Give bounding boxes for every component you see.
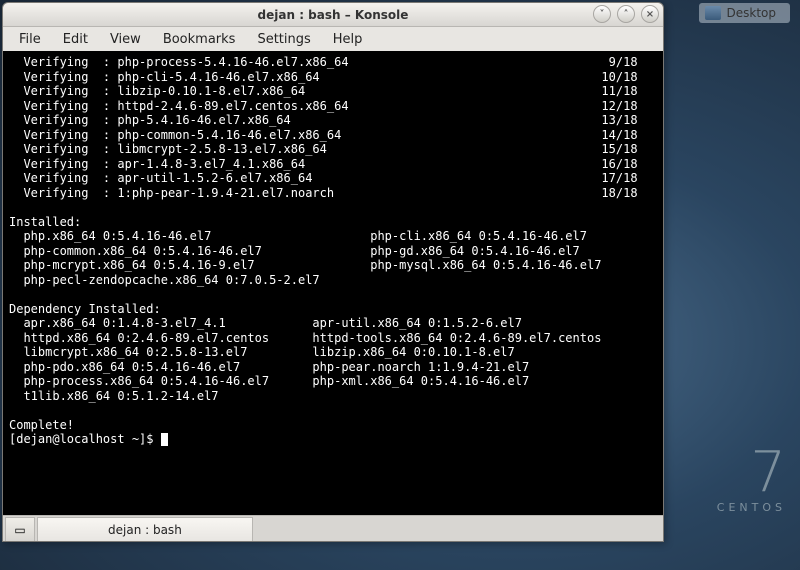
tabbar: ▭ dejan : bash bbox=[3, 515, 663, 541]
konsole-window: dejan : bash – Konsole ˅ ˄ × File Edit V… bbox=[2, 2, 664, 542]
tab-active[interactable]: dejan : bash bbox=[37, 517, 253, 541]
desktop-label: Desktop bbox=[727, 6, 777, 20]
centos-version: 7 bbox=[717, 445, 786, 501]
centos-brand: 7 CENTOS bbox=[717, 445, 786, 514]
menu-view[interactable]: View bbox=[100, 30, 151, 49]
menu-file[interactable]: File bbox=[9, 30, 51, 49]
new-tab-button[interactable]: ▭ bbox=[5, 517, 35, 541]
minimize-button[interactable]: ˅ bbox=[593, 5, 611, 23]
tab-label: dejan : bash bbox=[108, 523, 182, 537]
menu-settings[interactable]: Settings bbox=[247, 30, 320, 49]
shell-prompt: [dejan@localhost ~]$ bbox=[9, 432, 161, 446]
centos-name: CENTOS bbox=[717, 501, 786, 514]
menu-help[interactable]: Help bbox=[323, 30, 373, 49]
new-tab-icon: ▭ bbox=[14, 523, 25, 537]
titlebar[interactable]: dejan : bash – Konsole ˅ ˄ × bbox=[3, 3, 663, 27]
desktop-button[interactable]: Desktop bbox=[699, 3, 791, 23]
menu-bookmarks[interactable]: Bookmarks bbox=[153, 30, 246, 49]
menu-edit[interactable]: Edit bbox=[53, 30, 98, 49]
close-button[interactable]: × bbox=[641, 5, 659, 23]
maximize-button[interactable]: ˄ bbox=[617, 5, 635, 23]
menubar: File Edit View Bookmarks Settings Help bbox=[3, 27, 663, 51]
cursor bbox=[161, 433, 168, 446]
terminal-output[interactable]: Verifying : php-process-5.4.16-46.el7.x8… bbox=[3, 51, 663, 515]
window-title: dejan : bash – Konsole bbox=[258, 8, 409, 22]
